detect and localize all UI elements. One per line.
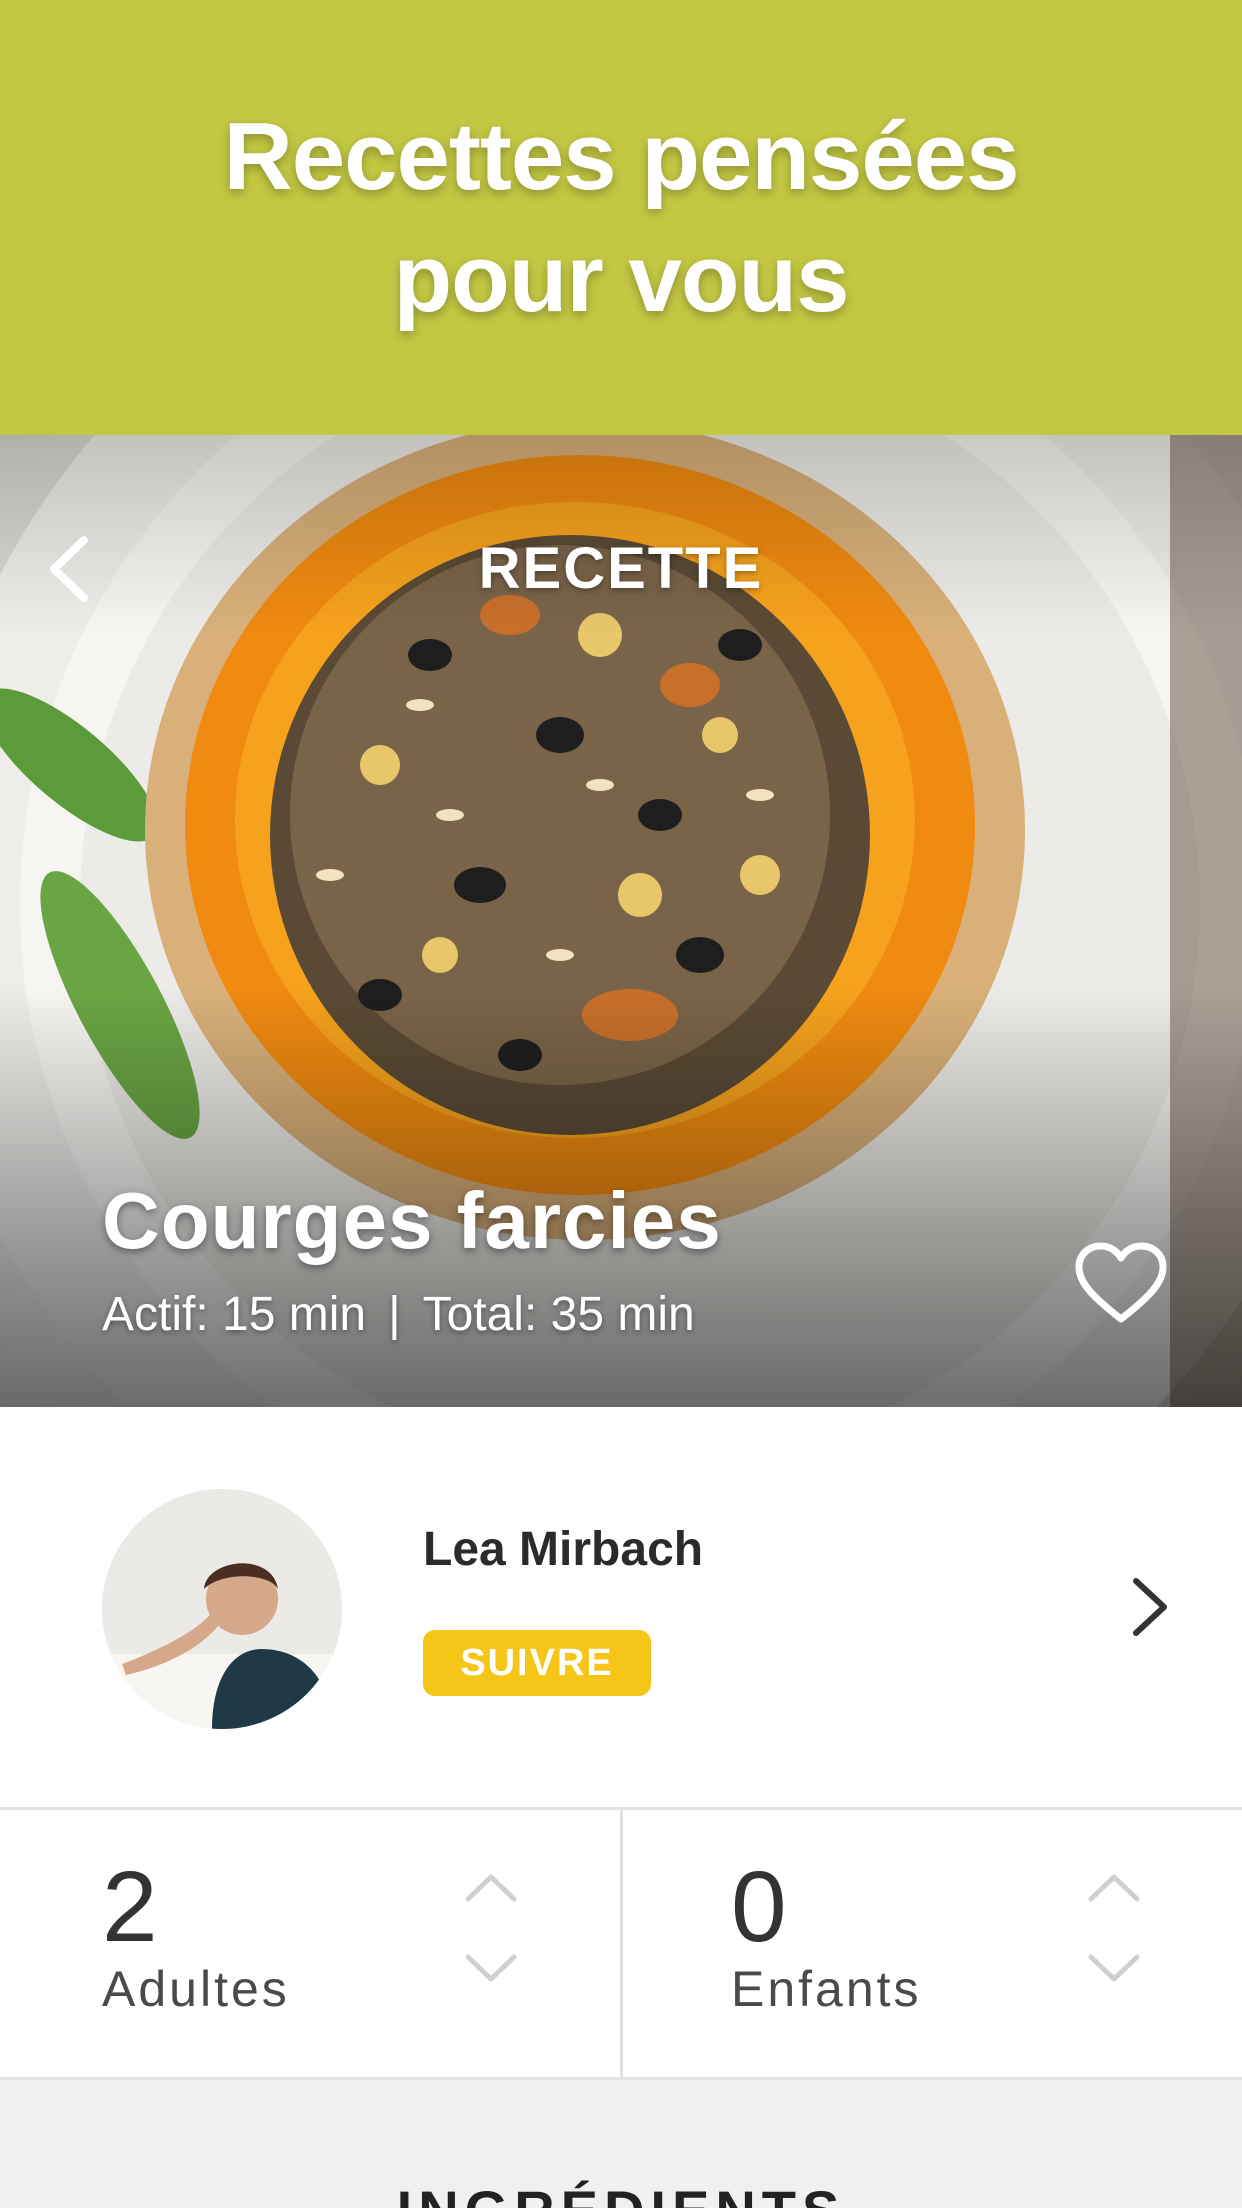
chevron-right-icon	[1130, 1575, 1170, 1644]
children-count: 0	[731, 1851, 787, 1963]
adults-label: Adultes	[102, 1961, 290, 2017]
servings-selector: 2 Adultes 0 Enfants	[0, 1810, 1242, 2080]
total-time: Total: 35 min	[422, 1288, 695, 1341]
section-label: RECETTE	[478, 536, 764, 601]
chevron-up-icon	[1087, 1871, 1141, 1910]
adults-decrement-button[interactable]	[456, 1940, 526, 2000]
recipe-hero: RECETTE Courges farcies Actif: 15 min | …	[0, 435, 1242, 1407]
chevron-down-icon	[464, 1951, 518, 1990]
ingredients-heading: INGRÉDIENTS	[0, 2178, 1242, 2208]
recipe-title: Courges farcies	[102, 1176, 722, 1265]
avatar[interactable]	[102, 1489, 342, 1729]
author-name: Lea Mirbach	[423, 1523, 704, 1576]
children-label: Enfants	[731, 1961, 922, 2017]
active-time: Actif: 15 min	[102, 1288, 367, 1341]
promo-banner: Recettes pensées pour vous	[0, 0, 1242, 435]
promo-title: Recettes pensées pour vous	[223, 102, 1019, 332]
follow-button[interactable]: SUIVRE	[423, 1630, 651, 1696]
children-increment-button[interactable]	[1079, 1860, 1149, 1920]
adults-increment-button[interactable]	[456, 1860, 526, 1920]
author-details-button[interactable]	[1120, 1569, 1180, 1649]
children-decrement-button[interactable]	[1079, 1940, 1149, 2000]
favorite-button[interactable]	[1066, 1235, 1176, 1335]
recipe-times: Actif: 15 min | Total: 35 min	[102, 1287, 695, 1342]
ingredients-section: INGRÉDIENTS	[0, 2080, 1242, 2208]
chevron-down-icon	[1087, 1951, 1141, 1990]
author-row[interactable]: Lea Mirbach SUIVRE	[0, 1407, 1242, 1810]
time-separator: |	[388, 1288, 401, 1341]
adults-stepper: 2 Adultes	[0, 1810, 620, 2077]
heart-outline-icon	[1073, 1241, 1169, 1330]
children-stepper: 0 Enfants	[623, 1810, 1242, 2077]
adults-count: 2	[102, 1851, 158, 1963]
recipe-screen: Recettes pensées pour vous RECETTE Courg…	[0, 0, 1242, 2208]
chevron-up-icon	[464, 1871, 518, 1910]
